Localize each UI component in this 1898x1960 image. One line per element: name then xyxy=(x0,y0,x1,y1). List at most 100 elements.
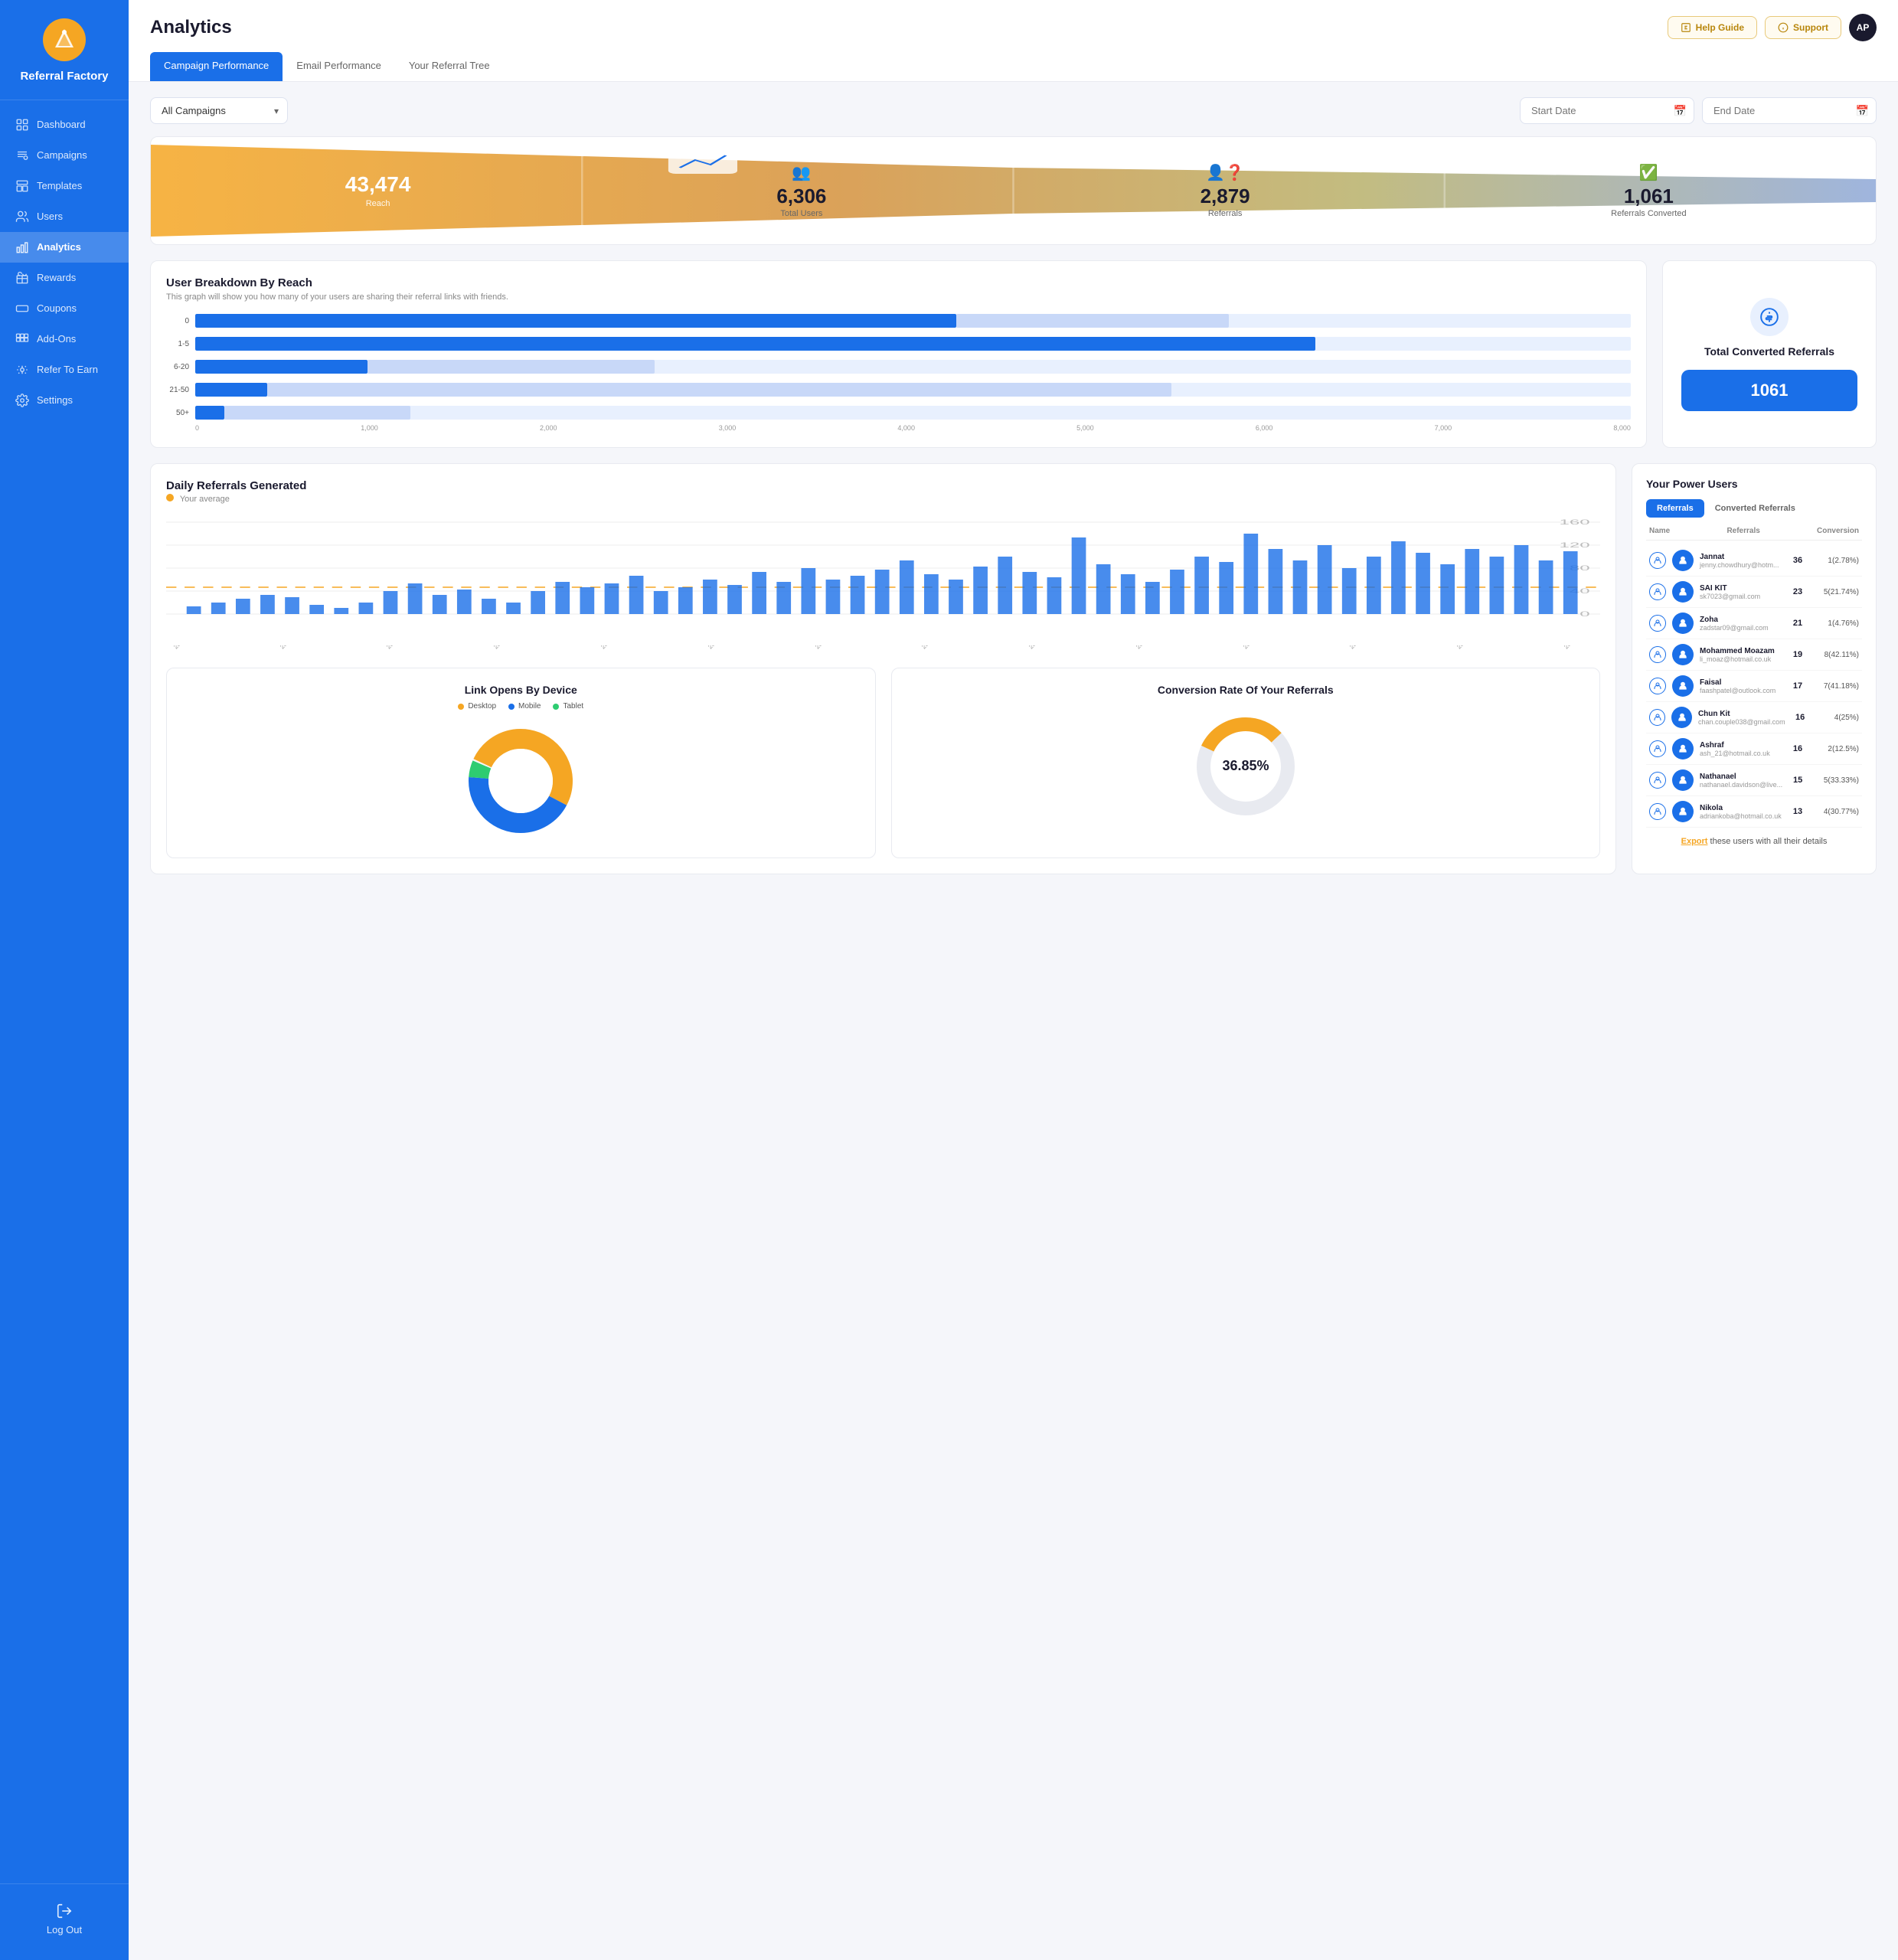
funnel-card: 43,474 Reach 👥 6,306 Total Users 👤❓ 2,87… xyxy=(150,136,1877,245)
sidebar-item-addons[interactable]: Add-Ons xyxy=(0,324,129,354)
logout-button[interactable]: Log Out xyxy=(34,1896,94,1942)
tab-referral-tree[interactable]: Your Referral Tree xyxy=(395,52,504,81)
tab-campaign-performance[interactable]: Campaign Performance xyxy=(150,52,283,81)
dashboard-icon xyxy=(15,118,29,132)
power-users-list: Jannat jenny.chowdhury@hotm... 36 1(2.78… xyxy=(1646,545,1862,828)
power-user-row: Chun Kit chan.couple038@gmail.com 16 4(2… xyxy=(1646,702,1862,733)
link-opens-title: Link Opens By Device xyxy=(182,684,860,696)
rank-icon xyxy=(1649,615,1666,632)
user-avatar-sm xyxy=(1672,738,1694,760)
bar-row: 0 xyxy=(166,314,1631,328)
campaigns-icon xyxy=(15,149,29,162)
header-top: Analytics Help Guide Support AP xyxy=(150,14,1877,41)
tab-email-performance[interactable]: Email Performance xyxy=(283,52,395,81)
start-date-input[interactable] xyxy=(1520,97,1694,124)
conversion-donut-svg: 36.85% xyxy=(1184,705,1307,828)
help-guide-button[interactable]: Help Guide xyxy=(1668,16,1757,39)
date-inputs: 📅 📅 xyxy=(1520,97,1877,124)
content-area: All Campaigns 📅 📅 xyxy=(129,82,1898,890)
tablet-legend: Tablet xyxy=(553,702,583,710)
sidebar-item-refer[interactable]: Refer To Earn xyxy=(0,354,129,385)
user-info: Nathanael nathanael.davidson@live... xyxy=(1700,773,1782,789)
user-info: Jannat jenny.chowdhury@hotm... xyxy=(1700,553,1782,569)
user-avatar-sm xyxy=(1672,644,1694,665)
power-user-row: Jannat jenny.chowdhury@hotm... 36 1(2.78… xyxy=(1646,545,1862,577)
referrals-converted-icon: ✅ xyxy=(1639,163,1658,182)
coupons-icon xyxy=(15,302,29,315)
power-tab-referrals[interactable]: Referrals xyxy=(1646,499,1704,518)
sidebar-item-settings[interactable]: Settings xyxy=(0,385,129,416)
rank-icon xyxy=(1649,583,1666,600)
funnel-inner: 43,474 Reach 👥 6,306 Total Users 👤❓ 2,87… xyxy=(151,137,1876,244)
support-button[interactable]: Support xyxy=(1765,16,1841,39)
export-row: Export these users with all their detail… xyxy=(1646,837,1862,846)
rank-icon xyxy=(1649,709,1665,726)
total-users-icon: 👥 xyxy=(792,163,811,182)
conversion-donut: 36.85% xyxy=(1184,705,1307,831)
user-info: SAI KIT sk7023@gmail.com xyxy=(1700,584,1782,600)
sidebar-logo: Referral Factory xyxy=(0,0,129,100)
user-info: Zoha zadstar09@gmail.com xyxy=(1700,616,1782,632)
desktop-dot xyxy=(458,704,464,710)
donut-svg xyxy=(459,720,582,842)
settings-icon xyxy=(15,394,29,407)
power-users-tabs: Referrals Converted Referrals xyxy=(1646,499,1862,518)
export-link[interactable]: Export xyxy=(1681,837,1708,846)
users-icon xyxy=(15,210,29,224)
start-date-wrap: 📅 xyxy=(1520,97,1694,124)
bar-chart: 0 1-5 6-20 21-50 50+ 01,0002 xyxy=(166,314,1631,432)
power-users-card: Your Power Users Referrals Converted Ref… xyxy=(1632,463,1877,874)
end-date-calendar-icon: 📅 xyxy=(1856,104,1869,117)
metric-reach: 43,474 Reach xyxy=(166,148,590,234)
brand-logo-icon xyxy=(43,18,86,61)
svg-text:36.85%: 36.85% xyxy=(1222,758,1269,773)
power-tab-converted[interactable]: Converted Referrals xyxy=(1704,499,1806,518)
user-info: Ashraf ash_21@hotmail.co.uk xyxy=(1700,741,1782,757)
user-avatar-sm xyxy=(1672,612,1694,634)
sidebar-item-templates[interactable]: Templates xyxy=(0,171,129,201)
user-avatar-sm xyxy=(1672,801,1694,822)
sidebar-item-analytics[interactable]: Analytics xyxy=(0,232,129,263)
charts-row-top: User Breakdown By Reach This graph will … xyxy=(150,260,1877,448)
page-title: Analytics xyxy=(150,17,232,38)
svg-text:0: 0 xyxy=(1579,610,1589,618)
conversion-rate-card: Conversion Rate Of Your Referrals 36.85% xyxy=(891,668,1601,858)
daily-legend: Your average xyxy=(166,494,1600,504)
converted-value-button[interactable]: 1061 xyxy=(1681,370,1857,411)
rewards-icon xyxy=(15,271,29,285)
power-users-columns: Name Referrals Conversion xyxy=(1646,527,1862,541)
user-breakdown-title: User Breakdown By Reach xyxy=(166,276,1631,289)
addons-icon xyxy=(15,332,29,346)
sidebar-item-coupons[interactable]: Coupons xyxy=(0,293,129,324)
sidebar-item-campaigns[interactable]: Campaigns xyxy=(0,140,129,171)
end-date-wrap: 📅 xyxy=(1702,97,1877,124)
user-avatar[interactable]: AP xyxy=(1849,14,1877,41)
mobile-legend: Mobile xyxy=(508,702,541,710)
user-breakdown-subtitle: This graph will show you how many of you… xyxy=(166,292,1631,302)
metric-referrals: 👤❓ 2,879 Referrals xyxy=(1014,148,1437,234)
desktop-legend: Desktop xyxy=(458,702,496,710)
user-avatar-sm xyxy=(1672,769,1694,791)
analytics-icon xyxy=(15,240,29,254)
sidebar-item-users[interactable]: Users xyxy=(0,201,129,232)
power-user-row: Nathanael nathanael.davidson@live... 15 … xyxy=(1646,765,1862,796)
average-legend-dot xyxy=(166,494,174,501)
sidebar-logout: Log Out xyxy=(0,1883,129,1960)
sidebar-nav: Dashboard Campaigns Templates Users Anal… xyxy=(0,100,129,1884)
tablet-dot xyxy=(553,704,559,710)
sidebar-item-rewards[interactable]: Rewards xyxy=(0,263,129,293)
end-date-input[interactable] xyxy=(1702,97,1877,124)
power-user-row: Faisal faashpatel@outlook.com 17 7(41.18… xyxy=(1646,671,1862,702)
refer-icon xyxy=(15,363,29,377)
main-content: Analytics Help Guide Support AP Campaign… xyxy=(129,0,1898,1960)
campaigns-select[interactable]: All Campaigns xyxy=(150,97,288,124)
rank-icon xyxy=(1649,646,1666,663)
daily-referrals-title: Daily Referrals Generated xyxy=(166,479,1600,492)
rank-icon xyxy=(1649,772,1666,789)
sidebar-item-dashboard[interactable]: Dashboard xyxy=(0,109,129,140)
bottom-row: Daily Referrals Generated Your average 0… xyxy=(150,463,1877,874)
rank-icon xyxy=(1649,678,1666,694)
rank-icon xyxy=(1649,552,1666,569)
svg-text:160: 160 xyxy=(1559,518,1589,526)
user-info: Chun Kit chan.couple038@gmail.com xyxy=(1698,710,1785,726)
